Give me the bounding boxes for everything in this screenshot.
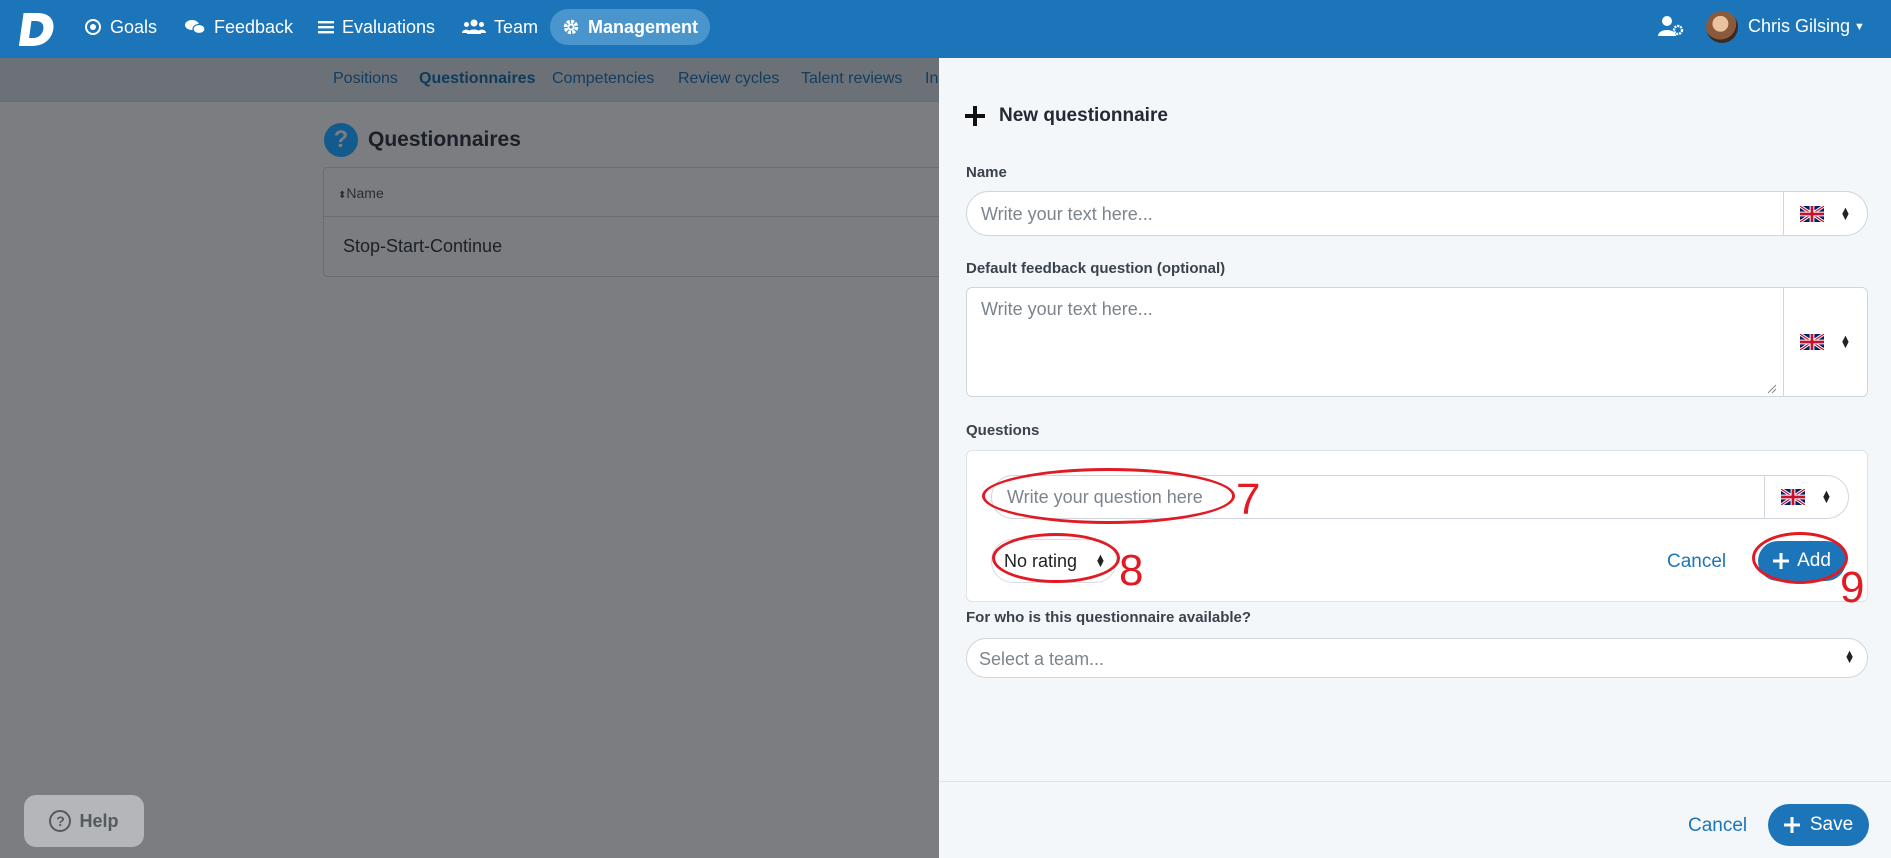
questionnaires-table: ⬍Name Stop-Start-Continue [323, 167, 943, 277]
plus-icon [965, 106, 985, 126]
questions-label: Questions [966, 422, 1040, 439]
uk-flag-icon [1781, 489, 1806, 505]
nav-item-label: Goals [110, 16, 158, 37]
updown-icon: ▲ ▼ [1840, 333, 1851, 351]
divider [324, 216, 942, 217]
language-select[interactable]: ▲ ▼ [1783, 288, 1867, 396]
nav-item-management[interactable]: Management [550, 9, 711, 45]
page-header: ? Questionnaires [324, 123, 521, 157]
target-icon [85, 19, 101, 35]
subnav-item-truncated[interactable]: In [925, 70, 938, 88]
team-select[interactable]: Select a team... ▲ ▼ [966, 638, 1868, 678]
updown-icon: ▲ ▼ [1840, 204, 1851, 223]
help-label: Help [79, 810, 119, 831]
updown-icon: ▲ ▼ [1821, 488, 1832, 506]
nav-item-label: Team [494, 16, 539, 37]
language-select[interactable]: ▲ ▼ [1783, 192, 1867, 235]
nav-item-team[interactable]: Team [450, 9, 550, 45]
users-icon [462, 19, 486, 34]
plus-icon [1783, 817, 1800, 833]
new-questionnaire-panel: New questionnaire Name Write your text h… [939, 58, 1891, 858]
name-placeholder: Write your text here... [981, 204, 1153, 224]
annotation-ellipse-question-input [982, 468, 1235, 524]
annotation-number: 7 [1236, 475, 1261, 524]
question-circle-icon: ? [49, 810, 72, 832]
annotation-ellipse-rating-select [992, 533, 1120, 583]
user-menu[interactable]: Chris Gilsing ▼ [1748, 16, 1865, 37]
feedback-question-label: Default feedback question (optional) [966, 260, 1226, 277]
subnav-item-talent-reviews[interactable]: Talent reviews [801, 70, 902, 88]
subnav-item-questionnaires[interactable]: Questionnaires [419, 70, 535, 88]
feedback-question-textarea[interactable]: Write your text here... ▲ ▼ [966, 287, 1868, 397]
comments-icon [185, 20, 206, 35]
annotation-number: 9 [1840, 563, 1865, 612]
nav-item-label: Feedback [214, 16, 294, 37]
uk-flag-icon [1800, 205, 1825, 222]
table-header-name[interactable]: ⬍Name [338, 185, 384, 201]
nav-item-evaluations[interactable]: Evaluations [306, 9, 447, 45]
panel-footer: Cancel Save [939, 781, 1891, 858]
avatar[interactable] [1706, 11, 1738, 43]
nav-item-label: Evaluations [342, 16, 436, 37]
subnav-item-review-cycles[interactable]: Review cycles [678, 70, 779, 88]
help-button[interactable]: ? Help [24, 795, 144, 847]
gear-icon [563, 19, 579, 35]
user-name: Chris Gilsing [1748, 16, 1851, 36]
annotation-number: 8 [1119, 546, 1144, 595]
page-title: Questionnaires [368, 128, 521, 151]
uk-flag-icon [1800, 334, 1825, 350]
subnav-item-positions[interactable]: Positions [333, 70, 398, 88]
nav-item-label: Management [588, 16, 699, 37]
panel-title: New questionnaire [999, 105, 1168, 126]
save-label: Save [1809, 814, 1854, 835]
feedback-placeholder: Write your text here... [981, 299, 1153, 319]
nav-item-feedback[interactable]: Feedback [172, 9, 305, 45]
panel-header: New questionnaire [965, 105, 1168, 127]
logo-icon[interactable] [16, 10, 54, 48]
name-label: Name [966, 164, 1007, 181]
question-circle-icon: ? [324, 123, 358, 157]
top-navigation-bar: Goals Feedback Evaluations Team Manageme… [0, 0, 1891, 58]
save-button[interactable]: Save [1768, 804, 1869, 846]
question-cancel-button[interactable]: Cancel [1667, 551, 1726, 573]
updown-icon: ▲ ▼ [1844, 648, 1855, 666]
caret-down-icon: ▼ [1854, 20, 1865, 33]
resize-handle-icon[interactable] [1767, 384, 1777, 394]
subnav-item-competencies[interactable]: Competencies [552, 70, 654, 88]
table-row[interactable]: Stop-Start-Continue [343, 236, 502, 257]
user-settings-icon[interactable] [1658, 15, 1684, 37]
team-placeholder: Select a team... [979, 649, 1105, 669]
team-label: For who is this questionnaire available? [966, 609, 1252, 626]
nav-item-goals[interactable]: Goals [72, 9, 169, 45]
language-select[interactable]: ▲ ▼ [1764, 476, 1848, 518]
list-icon [318, 21, 334, 34]
cancel-button[interactable]: Cancel [1688, 815, 1747, 837]
annotation-ellipse-add-button [1752, 532, 1848, 584]
name-input[interactable]: Write your text here... ▲ ▼ [966, 191, 1868, 236]
